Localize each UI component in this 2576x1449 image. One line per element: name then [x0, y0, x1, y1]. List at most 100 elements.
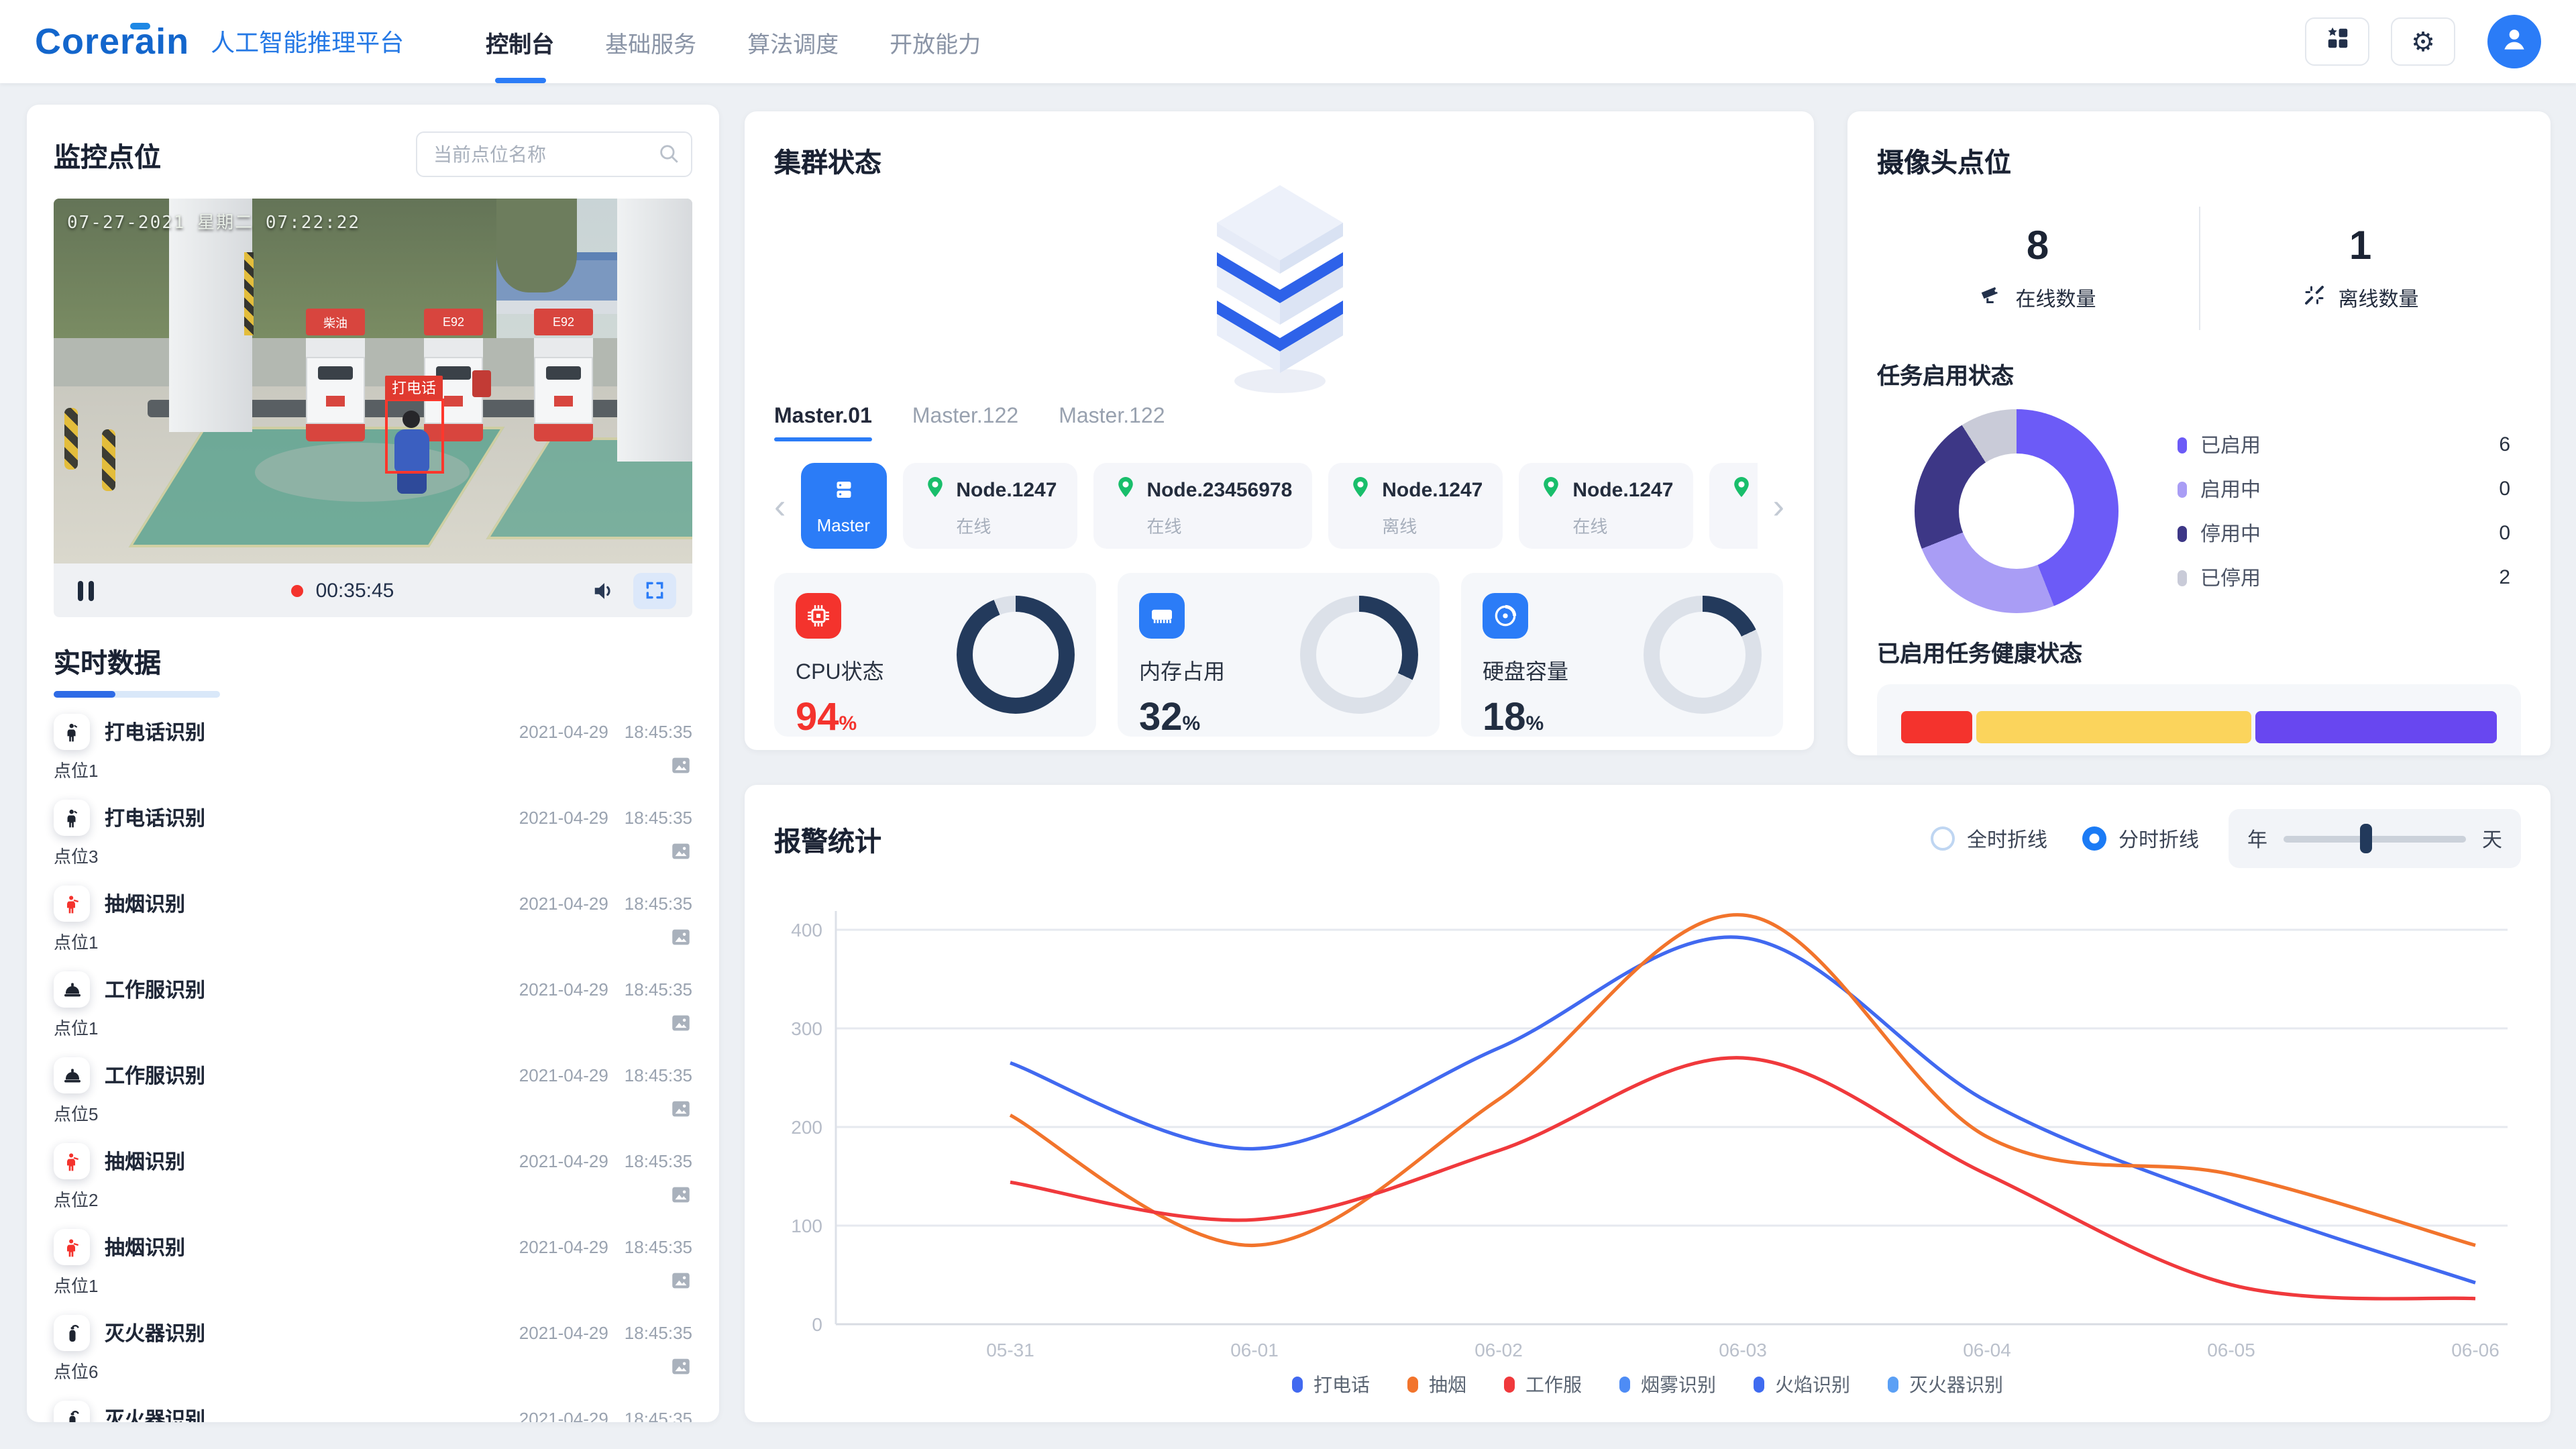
donut-legend-item[interactable]: 停用中 0 [2178, 519, 2521, 547]
donut-legend-item[interactable]: 启用中 0 [2178, 475, 2521, 503]
image-icon[interactable] [669, 754, 692, 784]
slider-thumb[interactable] [2360, 823, 2373, 853]
workwear-icon [54, 971, 90, 1008]
task-status-title: 任务启用状态 [1877, 364, 2014, 389]
realtime-header: 实时数据 [54, 641, 692, 698]
list-item-line2: 点位1 [54, 1012, 692, 1041]
resource-card-left: 硬盘容量 18% [1483, 593, 1568, 739]
alert-date: 2021-04-29 [519, 894, 608, 914]
alert-date: 2021-04-29 [519, 1409, 608, 1422]
mode-radio-全时折线[interactable]: 全时折线 [1930, 824, 2047, 853]
search-input[interactable] [416, 131, 692, 177]
image-icon[interactable] [669, 1269, 692, 1299]
corerain-logo[interactable]: Corerain [35, 21, 189, 62]
svg-text:06-05: 06-05 [2207, 1340, 2255, 1360]
alarm-title: 报警统计 [774, 827, 881, 857]
resource-label: 内存占用 [1139, 661, 1226, 684]
scene-bollard [102, 429, 115, 491]
tab-控制台[interactable]: 控制台 [460, 0, 580, 83]
chevron-left-icon[interactable]: ‹ [774, 488, 786, 523]
chevron-right-icon[interactable]: › [1773, 488, 1784, 523]
chart-legend-item-灭火器识别[interactable]: 灭火器识别 [1888, 1371, 2003, 1398]
list-item[interactable]: 工作服识别 2021-04-29 18:45:35 点位1 [54, 971, 692, 1041]
list-item[interactable]: 抽烟识别 2021-04-29 18:45:35 点位1 [54, 1229, 692, 1299]
memory-icon [1139, 593, 1185, 639]
mode-radio-label: 全时折线 [1966, 828, 2047, 851]
alert-time: 18:45:35 [624, 1323, 692, 1343]
list-item[interactable]: 灭火器识别2021-04-2918:45:35点位6 [54, 1315, 692, 1385]
detection-bbox [385, 398, 444, 474]
list-item[interactable]: 打电话识别 2021-04-29 18:45:35 点位3 [54, 800, 692, 869]
tab-算法调度[interactable]: 算法调度 [722, 0, 864, 83]
legend-label: 打电话 [1313, 1374, 1370, 1395]
chart-legend-item-抽烟[interactable]: 抽烟 [1407, 1371, 1466, 1398]
donut-legend-item[interactable]: 已停用 2 [2178, 564, 2521, 592]
mode-radio-label: 分时折线 [2118, 828, 2199, 851]
node-chip[interactable]: Node.1247 在线 [1519, 463, 1694, 549]
radio-checked-icon[interactable] [2082, 826, 2106, 851]
health-bar [1901, 711, 2497, 743]
fullscreen-button[interactable] [633, 572, 676, 608]
apps-grid-icon [2324, 25, 2350, 58]
node-chip[interactable]: Node.1247 离线 [1328, 463, 1503, 549]
node-pin-icon [1113, 474, 1137, 505]
pause-button[interactable] [78, 580, 94, 600]
online-stat: 8 在线数量 [1877, 224, 2198, 313]
list-item[interactable]: 抽烟识别 2021-04-29 18:45:35 点位2 [54, 1143, 692, 1213]
node-chip[interactable]: Node.23456978 在线 [1093, 463, 1313, 549]
image-icon[interactable] [669, 840, 692, 869]
image-icon[interactable] [669, 926, 692, 955]
legend-value: 0 [2499, 478, 2510, 500]
legend-dot [1888, 1377, 1898, 1393]
master-tab-Master.122[interactable]: Master.122 [1059, 405, 1165, 441]
mode-radio-分时折线[interactable]: 分时折线 [2082, 824, 2199, 853]
list-item-line2: 点位1 [54, 754, 692, 784]
video-controls: 00:35:45 [54, 564, 692, 617]
node-status: 在线 [1729, 512, 1758, 537]
camera-icon [1979, 283, 2003, 313]
master-chip[interactable]: Master [800, 463, 887, 549]
chart-legend-item-火焰识别[interactable]: 火焰识别 [1754, 1371, 1850, 1398]
task-donut-block: 已启用 6 启用中 0 停用中 0 已停用 2 [1877, 409, 2521, 613]
image-icon[interactable] [669, 1183, 692, 1213]
search-icon[interactable] [657, 142, 680, 172]
resource-card-内存占用: 内存占用 32% [1118, 573, 1440, 739]
slider-left-label: 年 [2247, 828, 2268, 851]
node-chip[interactable]: Node.1247 在线 [902, 463, 1077, 549]
apps-button[interactable] [2305, 17, 2369, 66]
settings-button[interactable]: ⚙ [2391, 17, 2455, 66]
image-icon[interactable] [669, 1012, 692, 1041]
chart-legend-item-工作服[interactable]: 工作服 [1504, 1371, 1582, 1398]
tab-开放能力[interactable]: 开放能力 [864, 0, 1006, 83]
list-item[interactable]: 打电话识别 2021-04-29 18:45:35 点位1 [54, 714, 692, 784]
user-avatar[interactable] [2487, 15, 2541, 68]
list-item[interactable]: 灭火器识别2021-04-2918:45:35点位6 [54, 1401, 692, 1422]
alert-location: 点位5 [54, 1104, 99, 1124]
slider-track[interactable] [2284, 823, 2466, 853]
list-item[interactable]: 抽烟识别 2021-04-29 18:45:35 点位1 [54, 885, 692, 955]
node-status: 在线 [1572, 516, 1608, 536]
radio-unchecked-icon[interactable] [1930, 826, 1955, 851]
master-tab-Master.122[interactable]: Master.122 [912, 405, 1018, 441]
node-name: Node.23456978 [1146, 478, 1293, 501]
node-chip[interactable]: Node.1247 在线 [1709, 463, 1758, 549]
video-timestamp: 07-27-2021 星期二 07:22:22 [67, 213, 361, 233]
master-tab-Master.01[interactable]: Master.01 [774, 405, 872, 441]
pump-sign: 柴油 [306, 309, 365, 335]
image-icon[interactable] [669, 1097, 692, 1127]
online-label: 在线数量 [2015, 288, 2096, 311]
tab-基础服务[interactable]: 基础服务 [580, 0, 722, 83]
donut-legend-item[interactable]: 已启用 6 [2178, 431, 2521, 459]
list-item-line2: 点位1 [54, 926, 692, 955]
legend-label: 启用中 [2200, 479, 2261, 502]
alert-type: 灭火器识别 [105, 1323, 206, 1346]
image-icon[interactable] [669, 1355, 692, 1385]
list-item[interactable]: 工作服识别 2021-04-29 18:45:35 点位5 [54, 1057, 692, 1127]
camera-panel: 摄像头点位 8 在线数量 1 离线数量 任务启用状态 已启用 6 启用中 0 停用中 0 已… [1847, 111, 2551, 755]
video-frame[interactable]: 柴油 E92 E92 打电话 07-27-2021 星期二 07:22:22 [54, 199, 692, 564]
master-chip-label: Master [816, 515, 871, 535]
chart-legend-item-烟雾识别[interactable]: 烟雾识别 [1619, 1371, 1716, 1398]
alert-location: 点位1 [54, 1275, 99, 1295]
volume-button[interactable] [592, 578, 617, 603]
chart-legend-item-打电话[interactable]: 打电话 [1292, 1371, 1370, 1398]
